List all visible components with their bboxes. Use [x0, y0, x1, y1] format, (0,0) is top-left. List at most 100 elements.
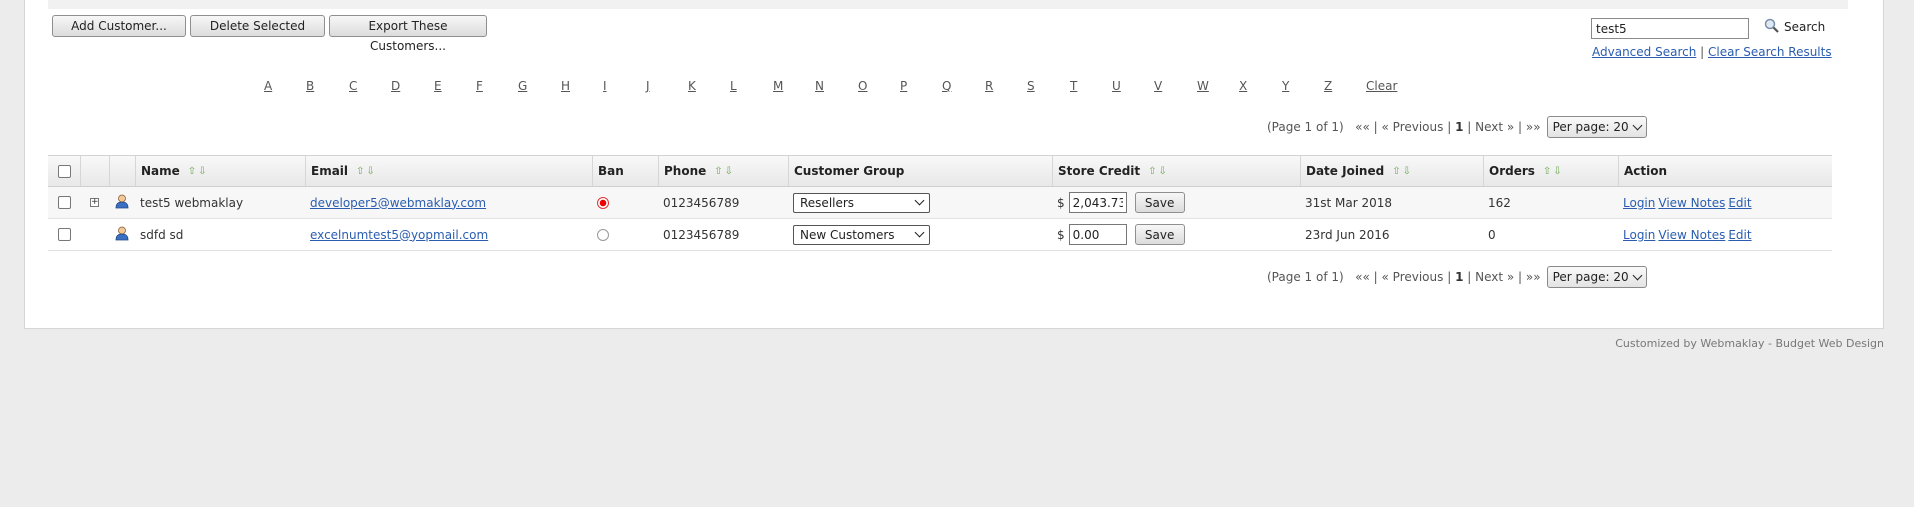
customer-email-link[interactable]: excelnumtest5@yopmail.com [310, 228, 488, 242]
customer-phone: 0123456789 [663, 195, 740, 210]
sort-arrows-icon[interactable]: ⇧⇩ [1148, 166, 1169, 177]
select-all-checkbox[interactable] [57, 164, 71, 178]
ban-header-label: Ban [598, 164, 624, 178]
alpha-filter-p[interactable]: P [900, 79, 907, 93]
alpha-filter-y[interactable]: Y [1282, 79, 1289, 93]
alpha-filter-m[interactable]: M [773, 79, 783, 93]
alpha-filter-z[interactable]: Z [1324, 79, 1332, 93]
alpha-filter-u[interactable]: U [1112, 79, 1121, 93]
alpha-filter-q[interactable]: Q [942, 79, 951, 93]
edit-link[interactable]: Edit [1728, 196, 1751, 210]
alpha-filter-k[interactable]: K [688, 79, 696, 93]
select-all-checkbox-cell [48, 156, 80, 186]
alpha-filter-v[interactable]: V [1154, 79, 1162, 93]
row-checkbox[interactable] [57, 228, 71, 241]
store-credit-input[interactable] [1068, 192, 1127, 213]
next-page-link[interactable]: Next » [1475, 120, 1514, 134]
alpha-filter-x[interactable]: X [1239, 79, 1247, 93]
sort-arrows-icon[interactable]: ⇧⇩ [356, 166, 377, 177]
date-joined: 23rd Jun 2016 [1305, 227, 1390, 242]
customer-icon [115, 226, 129, 244]
add-customer-button[interactable]: Add Customer... [52, 15, 186, 37]
search-button[interactable]: Search [1764, 16, 1825, 38]
pager-sep: | [1443, 270, 1456, 284]
advanced-search-link[interactable]: Advanced Search [1592, 45, 1696, 59]
export-customers-button[interactable]: Export These Customers... [329, 15, 487, 53]
last-page-link[interactable]: »» [1526, 270, 1541, 284]
joined-header-label: Date Joined [1306, 164, 1385, 178]
edit-link[interactable]: Edit [1728, 228, 1751, 242]
expand-icon[interactable]: + [90, 198, 99, 207]
orders-header-label: Orders [1489, 164, 1535, 178]
sort-arrows-icon[interactable]: ⇧⇩ [1392, 166, 1413, 177]
alpha-filter-f[interactable]: F [476, 79, 483, 93]
login-link[interactable]: Login [1623, 196, 1655, 210]
alpha-filter-w[interactable]: W [1197, 79, 1209, 93]
alpha-filter-i[interactable]: I [603, 79, 607, 93]
clear-search-link[interactable]: Clear Search Results [1708, 45, 1832, 59]
pager-sep: | [1463, 120, 1476, 134]
customer-group-select[interactable]: Resellers [793, 192, 930, 213]
ban-header: Ban [592, 156, 658, 186]
sort-arrows-icon[interactable]: ⇧⇩ [188, 166, 209, 177]
group-header: Customer Group [788, 156, 1052, 186]
sort-arrows-icon[interactable]: ⇧⇩ [1543, 166, 1564, 177]
previous-page-link[interactable]: « Previous [1382, 120, 1444, 134]
customer-group-select[interactable]: New Customers [793, 224, 930, 245]
customer-group-value: Resellers [800, 195, 855, 210]
alpha-filter-e[interactable]: E [434, 79, 442, 93]
group-header-label: Customer Group [794, 164, 905, 178]
joined-header[interactable]: Date Joined ⇧⇩ [1300, 156, 1483, 186]
credit-header[interactable]: Store Credit ⇧⇩ [1052, 156, 1300, 186]
ban-radio[interactable] [597, 228, 609, 241]
alpha-filter-o[interactable]: O [858, 79, 867, 93]
alpha-filter-r[interactable]: R [985, 79, 993, 93]
name-header[interactable]: Name ⇧⇩ [135, 156, 305, 186]
customer-email-link[interactable]: developer5@webmaklay.com [310, 196, 486, 210]
last-page-link[interactable]: »» [1526, 120, 1541, 134]
email-header[interactable]: Email ⇧⇩ [305, 156, 592, 186]
alpha-filter-b[interactable]: B [306, 79, 314, 93]
save-credit-button[interactable]: Save [1134, 224, 1185, 245]
sort-arrows-icon[interactable]: ⇧⇩ [714, 166, 735, 177]
currency-symbol: $ [1057, 195, 1065, 210]
orders-count: 162 [1488, 195, 1511, 210]
alpha-filter-s[interactable]: S [1027, 79, 1035, 93]
chevron-down-icon [914, 195, 925, 206]
previous-page-link[interactable]: « Previous [1382, 270, 1444, 284]
alpha-filter-d[interactable]: D [391, 79, 400, 93]
row-checkbox[interactable] [57, 196, 71, 209]
per-page-select[interactable]: Per page: 20 [1546, 266, 1647, 288]
phone-header[interactable]: Phone ⇧⇩ [658, 156, 788, 186]
search-links: Advanced Search | Clear Search Results [1592, 45, 1832, 59]
current-page: 1 [1455, 270, 1464, 284]
per-page-value: Per page: 20 [1552, 270, 1629, 284]
alpha-filter-c[interactable]: C [349, 79, 357, 93]
orders-header[interactable]: Orders ⇧⇩ [1483, 156, 1618, 186]
alpha-filter-n[interactable]: N [815, 79, 824, 93]
name-header-label: Name [141, 164, 180, 178]
alpha-filter-h[interactable]: H [561, 79, 570, 93]
store-credit-input[interactable] [1068, 224, 1127, 245]
alpha-filter-clear[interactable]: Clear [1366, 79, 1397, 93]
alpha-filter-g[interactable]: G [518, 79, 527, 93]
magnifier-icon [1764, 18, 1780, 37]
alpha-filter-l[interactable]: L [730, 79, 737, 93]
email-header-label: Email [311, 164, 349, 178]
first-page-link[interactable]: «« [1355, 120, 1370, 134]
save-credit-button[interactable]: Save [1134, 192, 1185, 213]
first-page-link[interactable]: «« [1355, 270, 1370, 284]
alpha-filter-j[interactable]: J [646, 79, 650, 93]
search-input[interactable] [1591, 18, 1749, 39]
alpha-filter-a[interactable]: A [264, 79, 272, 93]
table-header: Name ⇧⇩ Email ⇧⇩ Ban Phone ⇧⇩ Customer Grou… [48, 155, 1832, 187]
ban-radio[interactable] [597, 196, 609, 209]
action-header: Action [1618, 156, 1832, 186]
delete-selected-button[interactable]: Delete Selected [190, 15, 325, 37]
login-link[interactable]: Login [1623, 228, 1655, 242]
next-page-link[interactable]: Next » [1475, 270, 1514, 284]
alpha-filter-t[interactable]: T [1070, 79, 1077, 93]
view-notes-link[interactable]: View Notes [1658, 196, 1725, 210]
view-notes-link[interactable]: View Notes [1658, 228, 1725, 242]
per-page-select[interactable]: Per page: 20 [1546, 116, 1647, 138]
